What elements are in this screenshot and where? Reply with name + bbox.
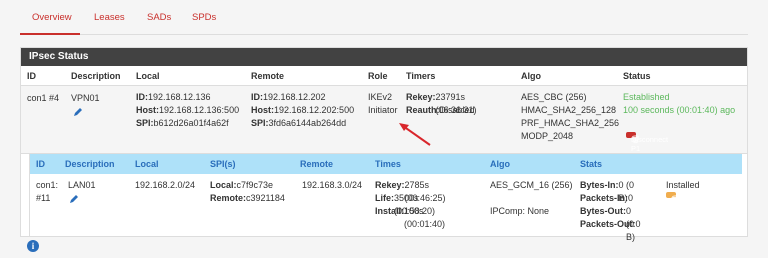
ipsec-status-panel: IPsec Status ID Description Local Remote…	[20, 47, 748, 242]
p1-remote-host: 192.168.12.202:500	[274, 105, 355, 115]
p1-id: con1 #4	[27, 93, 60, 103]
tab-leases[interactable]: Leases	[94, 12, 125, 23]
p1-role: IKEv2 Initiator	[368, 92, 398, 115]
p2-spi-remote: c3921184	[246, 193, 285, 203]
p2-col-remote: Remote	[300, 159, 334, 169]
disconnect-p1-label: Disconnect P1	[631, 135, 669, 153]
tab-bar: Overview Leases SADs SPDs	[20, 0, 748, 35]
p2-packets-out: 0	[635, 219, 641, 229]
p2-install: 100s (00:01:40)	[404, 206, 446, 229]
p2-id: con1: #11	[36, 180, 59, 203]
disconnect-p2-button[interactable]: 🗑 Disconnect P2	[666, 192, 708, 213]
tab-sads[interactable]: SADs	[147, 12, 171, 23]
p2-packets-in: 0	[628, 193, 634, 203]
p2-table: ID Description Local SPI(s) Remote Times…	[29, 154, 742, 242]
p2-col-stats: Stats	[580, 159, 603, 169]
p2-remote: 192.168.3.0/24	[302, 180, 363, 190]
tab-overview[interactable]: Overview	[32, 12, 72, 23]
p1-local-spi: b612d26a01f4a62f	[153, 118, 229, 128]
p2-spis: Local: c7f9c73e Remote: c3921184	[210, 180, 285, 203]
status-established: Established	[623, 92, 670, 102]
p1-col-local: Local	[136, 71, 160, 81]
p1-remote: ID: 192.168.12.202 Host: 192.168.12.202:…	[251, 92, 355, 128]
p2-description: LAN01	[68, 180, 96, 190]
pencil-icon[interactable]	[69, 194, 79, 204]
annotation-arrow-icon	[399, 123, 431, 146]
disconnect-p1-button[interactable]: 🗑 Disconnect P1	[626, 132, 668, 153]
p2-spi-local: c7f9c73e	[236, 180, 274, 190]
p1-col-role: Role	[368, 71, 388, 81]
p1-local-host: 192.168.12.136:500	[159, 105, 240, 115]
status-uptime: 100 seconds (00:01:40) ago	[623, 105, 736, 115]
p2-col-times: Times	[375, 159, 401, 169]
p1-col-algo: Algo	[521, 71, 541, 81]
p1-header-row: ID Description Local Remote Role Timers …	[21, 66, 747, 86]
p1-col-description: Description	[71, 71, 121, 81]
p2-col-id: ID	[36, 159, 45, 169]
p2-col-description: Description	[65, 159, 115, 169]
p2-bytes-out: 0 (0 B)	[626, 206, 636, 242]
p1-col-status: Status	[623, 71, 651, 81]
p2-algo: AES_GCM_16 (256) IPComp: None	[490, 180, 573, 216]
p1-col-remote: Remote	[251, 71, 285, 81]
disconnect-p2-label: Disconnect P2	[671, 195, 709, 213]
panel-title: IPsec Status	[21, 48, 747, 66]
p1-local: ID: 192.168.12.136 Host: 192.168.12.136:…	[136, 92, 240, 128]
p2-row: con1: #11 LAN01 192.168.2.0/24 Local: c7…	[30, 174, 742, 242]
p1-col-timers: Timers	[406, 71, 436, 81]
p2-stats: Bytes-In: 0 (0 B) Packets-In: 0 Bytes-Ou…	[580, 180, 641, 242]
p1-remote-spi: 3fd6a6144ab264dd	[268, 118, 347, 128]
p2-times: Rekey: 2785s (00:46:25) Life: 3500s (00:…	[375, 180, 446, 229]
p1-col-id: ID	[27, 71, 36, 81]
active-tab-indicator	[20, 33, 80, 35]
p1-reauth: Disabled	[439, 105, 475, 115]
p1-description: VPN01	[71, 93, 100, 103]
p1-local-id: 192.168.12.136	[148, 92, 211, 102]
p2-col-local: Local	[135, 159, 159, 169]
p2-local: 192.168.2.0/24	[135, 180, 196, 190]
p2-col-spis: SPI(s)	[210, 159, 236, 169]
p1-algo: AES_CBC (256) HMAC_SHA2_256_128 PRF_HMAC…	[521, 92, 620, 141]
p1-status: Established 100 seconds (00:01:40) ago	[623, 91, 735, 117]
p1-row: con1 #4 VPN01 ID: 192.168.12.136 Host: 1…	[21, 86, 747, 154]
p2-status: Installed	[666, 180, 700, 190]
p2-col-algo: Algo	[490, 159, 510, 169]
pencil-icon[interactable]	[73, 107, 83, 117]
p1-remote-id: 192.168.12.202	[263, 92, 326, 102]
tab-spds[interactable]: SPDs	[192, 12, 216, 23]
info-icon[interactable]: i	[27, 240, 39, 252]
p2-header-row: ID Description Local SPI(s) Remote Times…	[30, 154, 742, 174]
p1-timers: Rekey: 23791s (06:36:31) Reauth: Disable…	[406, 92, 477, 115]
